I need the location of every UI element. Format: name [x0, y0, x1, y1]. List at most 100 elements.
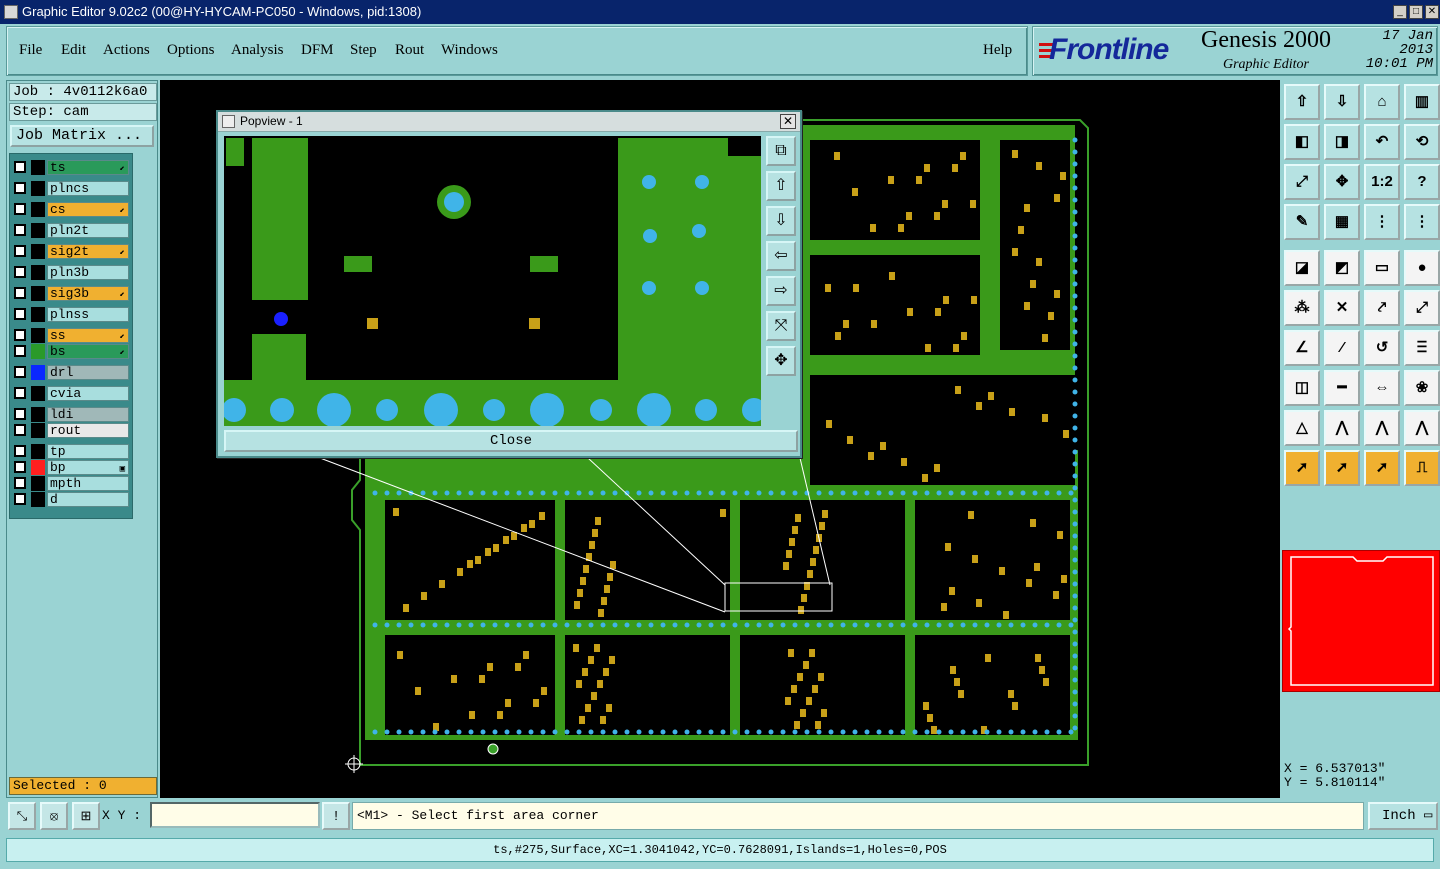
layer-name[interactable]: plnss [47, 307, 129, 322]
grid-mode-icon[interactable]: ⊞ [72, 802, 100, 830]
scale-icon[interactable]: 1:2 [1364, 164, 1400, 200]
layer-checkbox[interactable] [14, 182, 26, 194]
layer-name[interactable]: sig3b ⬋ [47, 286, 129, 301]
redraw-icon[interactable]: ⟲ [1404, 124, 1440, 160]
snap-mode-icon[interactable]: ⤡ [8, 802, 36, 830]
feature-add-icon[interactable]: ◪ [1284, 250, 1320, 286]
layer-row-rout[interactable]: rout [12, 423, 130, 438]
popview-zoom-in-icon[interactable]: ⤧ [766, 311, 796, 341]
layer-name[interactable]: d [47, 492, 129, 507]
line-red-icon[interactable]: ◩ [1324, 250, 1360, 286]
layer-color-swatch[interactable] [31, 181, 45, 196]
layer-row-mpth[interactable]: mpth [12, 476, 130, 491]
bracket-icon[interactable]: Ⲷ [1404, 330, 1440, 366]
zoom-icon[interactable]: ✥ [1324, 164, 1360, 200]
down-icon[interactable]: ⇩ [1324, 84, 1360, 120]
layer-checkbox[interactable] [14, 287, 26, 299]
layer-checkbox[interactable] [14, 161, 26, 173]
layer-checkbox[interactable] [14, 387, 26, 399]
layer-checkbox[interactable] [14, 266, 26, 278]
triangle-b-icon[interactable]: ⋀ [1364, 410, 1400, 446]
measure-tool-icon[interactable]: ✎ [1284, 204, 1320, 240]
job-matrix-button[interactable]: Job Matrix ... [10, 125, 154, 147]
triangle-c-icon[interactable]: ⋀ [1404, 410, 1440, 446]
arc-icon[interactable]: ↺ [1364, 330, 1400, 366]
unit-selector[interactable]: Inch ▭ [1368, 802, 1438, 830]
menu-help[interactable]: Help [983, 42, 1012, 59]
layer-checkbox[interactable] [14, 445, 26, 457]
slash-icon[interactable]: ⁄ [1324, 330, 1360, 366]
popview-close-button[interactable]: Close [224, 430, 798, 452]
layer-row-pln3b[interactable]: pln3b [12, 265, 130, 280]
layer-color-swatch[interactable] [31, 265, 45, 280]
group-icon[interactable]: ❀ [1404, 370, 1440, 406]
layer-name[interactable]: pln3b [47, 265, 129, 280]
connect-icon[interactable]: ⁂ [1284, 290, 1320, 326]
layer-name[interactable]: ldi [47, 407, 129, 422]
layer-color-swatch[interactable] [31, 223, 45, 238]
layer-checkbox[interactable] [14, 493, 26, 505]
layer-checkbox[interactable] [14, 461, 26, 473]
layer-color-swatch[interactable] [31, 307, 45, 322]
layer-color-swatch[interactable] [31, 244, 45, 259]
menu-edit[interactable]: Edit [61, 42, 86, 59]
pad-icon[interactable]: ● [1404, 250, 1440, 286]
layer-row-tp[interactable]: tp [12, 444, 130, 459]
route-icon[interactable]: ⤢ [1404, 290, 1440, 326]
node-icon[interactable]: ⤤ [1364, 290, 1400, 326]
layer-name[interactable]: bp ▣ [47, 460, 129, 475]
layer-name[interactable]: cs ⬋ [47, 202, 129, 217]
layer-color-swatch[interactable] [31, 460, 45, 475]
layer-row-sig3b[interactable]: sig3b ⬋ [12, 286, 130, 301]
layer-color-swatch[interactable] [31, 423, 45, 438]
layer-row-ts[interactable]: ts ⬋ [12, 160, 130, 175]
layer-row-ss[interactable]: ss ⬋ [12, 328, 130, 343]
layer-color-swatch[interactable] [31, 286, 45, 301]
layer-checkbox[interactable] [14, 345, 26, 357]
layer-color-swatch[interactable] [31, 492, 45, 507]
netlist-icon[interactable]: ⋮ [1364, 204, 1400, 240]
triangle-up-icon[interactable]: ⋀ [1324, 410, 1360, 446]
popview-zoom-out-icon[interactable]: ✥ [766, 346, 796, 376]
layer-row-d[interactable]: d [12, 492, 130, 507]
right-icon[interactable]: ◨ [1324, 124, 1360, 160]
layer-name[interactable]: pln2t [47, 223, 129, 238]
layer-row-ldi[interactable]: ldi [12, 407, 130, 422]
measure-mode-icon[interactable]: ⦻ [40, 802, 68, 830]
layer-checkbox[interactable] [14, 224, 26, 236]
xy-input[interactable] [150, 802, 320, 828]
layer-color-swatch[interactable] [31, 365, 45, 380]
layer-name[interactable]: tp [47, 444, 129, 459]
popview-pan-right-icon[interactable]: ⇨ [766, 276, 796, 306]
layer-checkbox[interactable] [14, 329, 26, 341]
minimize-button[interactable]: _ [1393, 5, 1407, 19]
layer-color-swatch[interactable] [31, 407, 45, 422]
cross-icon[interactable]: ✕ [1324, 290, 1360, 326]
layer-name[interactable]: sig2t ⬋ [47, 244, 129, 259]
query-icon[interactable]: ? [1404, 164, 1440, 200]
minus-icon[interactable]: ━ [1324, 370, 1360, 406]
layer-row-sig2t[interactable]: sig2t ⬋ [12, 244, 130, 259]
layer-checkbox[interactable] [14, 424, 26, 436]
layer-row-bs[interactable]: bs ⬋ [12, 344, 130, 359]
menu-options[interactable]: Options [167, 42, 215, 59]
split-view-icon[interactable]: ▥ [1404, 84, 1440, 120]
layer-row-plncs[interactable]: plncs [12, 181, 130, 196]
ruler-icon[interactable]: ▭ [1364, 250, 1400, 286]
popview-pan-up-icon[interactable]: ⇧ [766, 171, 796, 201]
step-icon[interactable]: ⎍ [1404, 450, 1440, 486]
popview-pan-down-icon[interactable]: ⇩ [766, 206, 796, 236]
triangle-icon[interactable]: △ [1284, 410, 1320, 446]
layer-name[interactable]: ss ⬋ [47, 328, 129, 343]
layer-color-swatch[interactable] [31, 386, 45, 401]
netlist-red-icon[interactable]: ⋮ [1404, 204, 1440, 240]
layer-color-swatch[interactable] [31, 344, 45, 359]
layer-name[interactable]: mpth [47, 476, 129, 491]
layer-color-swatch[interactable] [31, 444, 45, 459]
menu-analysis[interactable]: Analysis [231, 42, 284, 59]
undo-icon[interactable]: ↶ [1364, 124, 1400, 160]
home-icon[interactable]: ⇧ [1284, 84, 1320, 120]
menu-windows[interactable]: Windows [441, 42, 498, 59]
layer-row-pln2t[interactable]: pln2t [12, 223, 130, 238]
menu-dfm[interactable]: DFM [301, 42, 334, 59]
